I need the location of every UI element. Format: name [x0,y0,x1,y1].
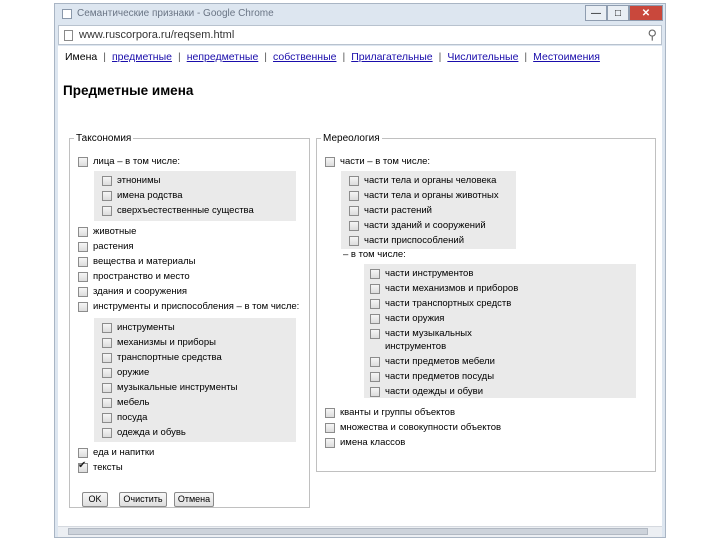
checkbox-musical-instruments[interactable]: музыкальные инструменты [102,381,237,394]
ok-button[interactable]: OK [82,492,108,507]
checkbox-furniture[interactable]: мебель [102,396,150,409]
checkbox-persons[interactable]: лица – в том числе: [78,155,180,168]
checkbox-animals[interactable]: животные [78,225,136,238]
browser-window: Семантические признаки - Google Chrome —… [54,3,666,538]
checkbox-kinship-names[interactable]: имена родства [102,189,183,202]
checkbox-building-parts[interactable]: части зданий и сооружений [349,219,486,232]
checkbox-musical-instrument-parts[interactable]: части музыкальных инструментов [370,327,480,353]
nav-link-predmetnye[interactable]: предметные [112,51,172,63]
checkbox-transport-parts[interactable]: части транспортных средств [370,297,511,310]
minimize-button[interactable]: — [585,5,607,21]
checkbox-clothing[interactable]: одежда и обувь [102,426,186,439]
title-bar: Семантические признаки - Google Chrome —… [55,4,665,24]
taxonomy-legend: Таксономия [76,133,132,144]
nav-link-sobstvennye[interactable]: собственные [273,51,336,63]
checkbox-instruments[interactable]: инструменты [102,321,175,334]
mereology-legend: Мереология [323,133,380,144]
checkbox-buildings[interactable]: здания и сооружения [78,285,187,298]
window-title: Семантические признаки - Google Chrome [77,8,274,19]
checkbox-clothing-parts[interactable]: части одежды и обуви [370,385,483,398]
nav-link-nepredmetnye[interactable]: непредметные [187,51,259,63]
close-button[interactable]: ✕ [629,5,663,21]
checkbox-space-place[interactable]: пространство и место [78,270,190,283]
checkbox-sets-collections[interactable]: множества и совокупности объектов [325,421,501,434]
category-nav: Имена | предметные | непредметные | собственны… [65,51,600,63]
address-bar[interactable]: www.ruscorpora.ru/reqsem.html ⚲ [58,25,662,45]
maximize-button[interactable]: □ [607,5,629,21]
checkbox-texts[interactable]: тексты [78,460,123,474]
url-text[interactable]: www.ruscorpora.ru/reqsem.html [79,29,234,41]
checkbox-mechanism-parts[interactable]: части механизмов и приборов [370,282,518,295]
checkbox-transport[interactable]: транспортные средства [102,351,222,364]
search-icon[interactable]: ⚲ [647,27,657,43]
checkbox-furniture-parts[interactable]: части предметов мебели [370,355,495,368]
checkbox[interactable] [78,156,88,167]
checkbox-parts[interactable]: части – в том числе: [325,155,430,168]
horizontal-scrollbar[interactable] [58,526,662,537]
page-content: Имена | предметные | непредметные | собственны… [58,46,662,536]
document-icon [64,30,73,41]
checkbox-weapons[interactable]: оружие [102,366,149,379]
nav-link-adjectives[interactable]: Прилагательные [351,51,432,63]
cancel-button[interactable]: Отмена [174,492,214,507]
checkbox-class-names[interactable]: имена классов [325,436,405,449]
checkbox-supernatural[interactable]: сверхъестественные существа [102,204,254,217]
checkbox-human-body-parts[interactable]: части тела и органы человека [349,174,496,187]
nav-link-pronouns[interactable]: Местоимения [533,51,600,63]
nav-current: Имена [65,51,98,63]
checkbox-quanta-groups[interactable]: кванты и группы объектов [325,406,455,419]
checkbox-dishes[interactable]: посуда [102,411,147,424]
checkbox-tool-parts[interactable]: части приспособлений [349,234,464,247]
checkbox-plant-parts[interactable]: части растений [349,204,432,217]
checkbox-food-drinks[interactable]: еда и напитки [78,446,154,459]
checkbox-dish-parts[interactable]: части предметов посуды [370,370,494,383]
checkbox-plants[interactable]: растения [78,240,134,253]
checkbox-weapon-parts[interactable]: части оружия [370,312,444,325]
checkbox-animal-body-parts[interactable]: части тела и органы животных [349,189,499,202]
clear-button[interactable]: Очистить [119,492,167,507]
scrollbar-thumb[interactable] [68,528,648,535]
page-icon [62,9,72,19]
tool-parts-suffix: – в том числе: [343,249,406,260]
checkmark-icon[interactable] [78,460,88,473]
checkbox-substances[interactable]: вещества и материалы [78,255,196,268]
nav-link-numerals[interactable]: Числительные [447,51,518,63]
checkbox-instrument-parts[interactable]: части инструментов [370,267,473,280]
page-title: Предметные имена [63,83,194,98]
checkbox-tools[interactable]: инструменты и приспособления – в том чис… [78,300,299,313]
checkbox-mechanisms[interactable]: механизмы и приборы [102,336,216,349]
checkbox-ethnonyms[interactable]: этнонимы [102,174,160,187]
